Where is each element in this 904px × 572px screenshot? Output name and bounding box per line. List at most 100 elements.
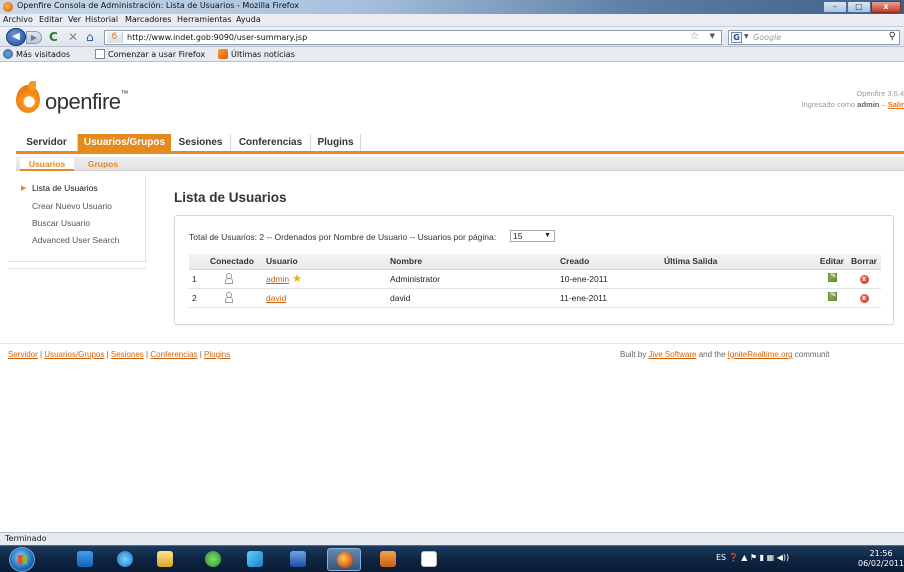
taskbar-messenger[interactable] bbox=[196, 548, 230, 571]
user-last-logout bbox=[661, 269, 811, 289]
user-link[interactable]: david bbox=[266, 293, 286, 303]
subtab-usuarios[interactable]: Usuarios bbox=[20, 158, 74, 171]
taskbar-virtualbox[interactable] bbox=[371, 548, 405, 571]
taskbar-internet-explorer[interactable] bbox=[108, 548, 142, 571]
language-indicator[interactable]: ES bbox=[716, 553, 726, 562]
delete-icon[interactable]: x bbox=[859, 294, 869, 303]
sidebar-item-crear-usuario[interactable]: Crear Nuevo Usuario bbox=[32, 201, 112, 211]
menu-herramientas[interactable]: Herramientas bbox=[177, 15, 232, 24]
subtab-grupos[interactable]: Grupos bbox=[82, 158, 124, 171]
taskbar-firefox[interactable] bbox=[327, 548, 361, 571]
power-icon[interactable]: ▮ bbox=[760, 553, 764, 562]
search-placeholder: Google bbox=[753, 33, 782, 42]
taskbar-explorer[interactable] bbox=[148, 548, 182, 571]
folder-icon bbox=[157, 551, 173, 567]
stop-icon[interactable]: ✕ bbox=[68, 30, 78, 44]
taskbar-word[interactable] bbox=[281, 548, 315, 571]
footer-links: Servidor | Usuarios/Grupos | Sesiones | … bbox=[8, 350, 231, 359]
bookmark-ultimas-noticias[interactable]: Últimas noticias bbox=[218, 49, 295, 59]
footer-link-sesiones[interactable]: Sesiones bbox=[111, 350, 144, 359]
per-page-select[interactable]: 15 ▼ bbox=[510, 230, 555, 242]
menu-ayuda[interactable]: Ayuda bbox=[236, 15, 261, 24]
footer-link-conferencias[interactable]: Conferencias bbox=[150, 350, 197, 359]
tab-plugins[interactable]: Plugins bbox=[311, 134, 361, 151]
edit-icon[interactable] bbox=[828, 271, 837, 282]
sidebar-item-advanced-search[interactable]: Advanced User Search bbox=[32, 235, 119, 245]
edit-icon[interactable] bbox=[828, 290, 837, 301]
flag-icon[interactable]: ⚑ bbox=[750, 553, 757, 562]
bookmark-mas-visitados[interactable]: Más visitados bbox=[3, 49, 70, 59]
status-text: Terminado bbox=[5, 534, 47, 543]
tray-expand-icon[interactable]: ▲ bbox=[741, 553, 747, 562]
col-index bbox=[189, 254, 207, 270]
delete-icon[interactable]: x bbox=[859, 275, 869, 284]
col-conectado: Conectado bbox=[207, 254, 263, 270]
credit-suffix: communit bbox=[792, 350, 830, 359]
search-engine-icon[interactable]: G bbox=[731, 32, 742, 43]
search-icon[interactable]: ⚲ bbox=[889, 31, 896, 42]
footer-link-servidor[interactable]: Servidor bbox=[8, 350, 38, 359]
reload-icon[interactable]: C bbox=[49, 30, 58, 44]
footer-link-usuarios-grupos[interactable]: Usuarios/Grupos bbox=[44, 350, 104, 359]
main-tabs: Servidor Usuarios/Grupos Sesiones Confer… bbox=[16, 134, 904, 154]
row-number: 1 bbox=[189, 269, 207, 289]
user-created: 11-ene-2011 bbox=[557, 288, 661, 308]
home-icon[interactable]: ⌂ bbox=[86, 30, 94, 44]
logo-text: openfire bbox=[45, 89, 121, 114]
user-link[interactable]: admin bbox=[266, 274, 289, 284]
taskbar-notepad[interactable] bbox=[412, 548, 446, 571]
version-text: Openfire 3.6.4 bbox=[856, 89, 904, 98]
history-dropdown-icon[interactable]: ▼ bbox=[710, 32, 715, 40]
tab-sesiones[interactable]: Sesiones bbox=[171, 134, 231, 151]
help-icon[interactable]: ❓ bbox=[729, 553, 739, 562]
user-name: Administrator bbox=[387, 269, 557, 289]
forward-button[interactable]: ▶ bbox=[26, 31, 42, 44]
menu-editar[interactable]: Editar bbox=[39, 15, 63, 24]
table-header-row: Conectado Usuario Nombre Creado Última S… bbox=[189, 254, 881, 270]
taskbar-media-player[interactable] bbox=[238, 548, 272, 571]
sidebar-item-buscar-usuario[interactable]: Buscar Usuario bbox=[32, 218, 90, 228]
user-list-panel: Total de Usuarios: 2 -- Ordenados por No… bbox=[174, 215, 894, 325]
sidebar-item-lista-usuarios[interactable]: Lista de Usuarios bbox=[32, 183, 98, 193]
user-name: david bbox=[387, 288, 557, 308]
menu-marcadores[interactable]: Marcadores bbox=[125, 15, 171, 24]
menu-archivo[interactable]: Archivo bbox=[3, 15, 33, 24]
row-number: 2 bbox=[189, 288, 207, 308]
search-engine-dropdown-icon[interactable]: ▼ bbox=[744, 33, 749, 40]
system-clock[interactable]: 21:56 06/02/2011 bbox=[858, 549, 904, 569]
close-button[interactable]: x bbox=[871, 1, 901, 13]
footer-link-plugins[interactable]: Plugins bbox=[204, 350, 230, 359]
menu-historial[interactable]: Historial bbox=[85, 15, 118, 24]
tab-usuarios-grupos[interactable]: Usuarios/Grupos bbox=[78, 134, 171, 151]
sub-tabs: Usuarios Grupos bbox=[16, 157, 904, 171]
col-borrar: Borrar bbox=[847, 254, 881, 270]
address-bar[interactable]: ϭ http://www.indet.gob:9090/user-summary… bbox=[104, 30, 722, 45]
address-url[interactable]: http://www.indet.gob:9090/user-summary.j… bbox=[127, 33, 307, 42]
user-created: 10-ene-2011 bbox=[557, 269, 661, 289]
menu-ver[interactable]: Ver bbox=[68, 15, 81, 24]
taskbar-media-center[interactable] bbox=[68, 548, 102, 571]
credit-mid: and the bbox=[696, 350, 728, 359]
minimize-button[interactable]: – bbox=[823, 1, 847, 13]
word-icon bbox=[290, 551, 306, 567]
maximize-button[interactable]: □ bbox=[847, 1, 871, 13]
notepad-icon bbox=[421, 551, 437, 567]
tab-conferencias[interactable]: Conferencias bbox=[231, 134, 311, 151]
footer-credit: Built by Jive Software and the IgniteRea… bbox=[620, 350, 829, 359]
network-icon[interactable]: ▦ bbox=[767, 553, 775, 562]
igniterealtime-link[interactable]: IgniteRealtime.org bbox=[728, 350, 793, 359]
bookmark-star-icon[interactable]: ☆ bbox=[690, 31, 699, 42]
firefox-icon bbox=[3, 2, 13, 12]
logout-link[interactable]: Salir bbox=[888, 100, 904, 109]
clock-time: 21:56 bbox=[869, 549, 893, 558]
user-summary: Total de Usuarios: 2 -- Ordenados por No… bbox=[189, 232, 497, 242]
search-box[interactable]: G ▼ Google ⚲ bbox=[728, 30, 900, 45]
footer-divider bbox=[0, 343, 904, 344]
bookmark-comenzar-firefox[interactable]: Comenzar a usar Firefox bbox=[95, 49, 205, 59]
volume-icon[interactable]: ◀)) bbox=[777, 553, 789, 562]
back-button[interactable]: ◀ bbox=[6, 28, 26, 46]
tab-servidor[interactable]: Servidor bbox=[16, 134, 78, 151]
offline-user-icon bbox=[225, 292, 233, 303]
jive-software-link[interactable]: Jive Software bbox=[648, 350, 696, 359]
start-button[interactable] bbox=[9, 547, 35, 572]
